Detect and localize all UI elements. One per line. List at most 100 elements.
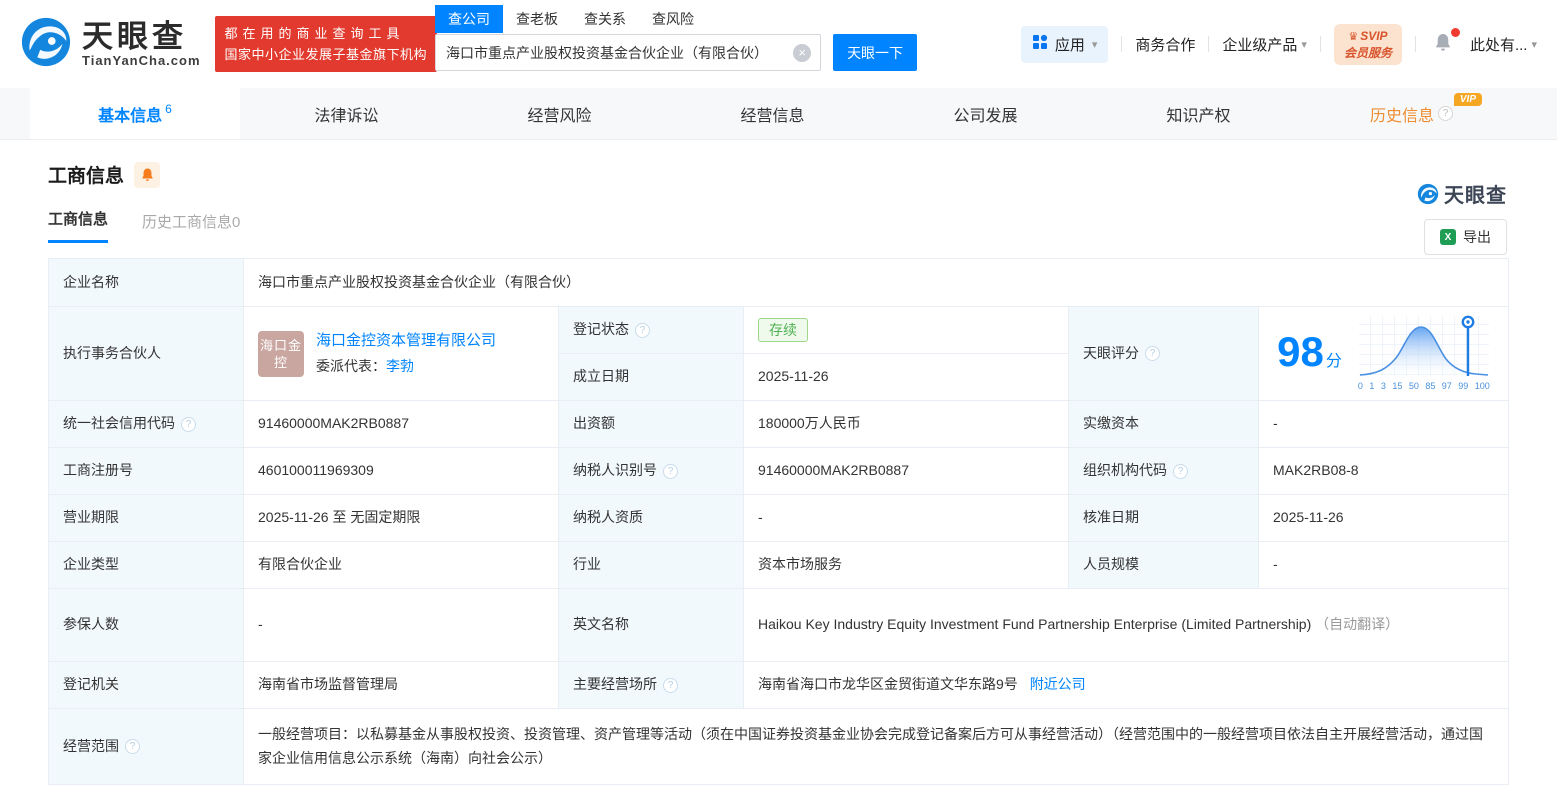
tab-business-info[interactable]: 经营信息 <box>666 88 879 139</box>
vip-badge: VIP <box>1454 93 1482 106</box>
help-icon[interactable]: ? <box>125 739 140 754</box>
reg-number-label: 工商注册号 <box>49 448 244 495</box>
notifications-button[interactable] <box>1429 32 1457 56</box>
export-button[interactable]: X 导出 <box>1424 219 1507 255</box>
taxpayer-id-label-text: 纳税人识别号 <box>573 459 657 482</box>
status-badge: 存续 <box>758 318 808 342</box>
table-row: 营业期限 2025-11-26 至 无固定期限 纳税人资质 - 核准日期 202… <box>49 495 1509 542</box>
tab-history-info[interactable]: VIP 历史信息 ? <box>1305 88 1518 139</box>
divider <box>1320 36 1321 52</box>
top-header: 天眼查 TianYanCha.com 都在用的商业查询工具 国家中小企业发展子基… <box>0 0 1557 88</box>
org-code-value: MAK2RB08-8 <box>1259 448 1509 495</box>
capital-label: 出资额 <box>559 401 744 448</box>
table-row: 企业名称 海口市重点产业股权投资基金合伙企业（有限合伙） <box>49 259 1509 307</box>
partner-logo[interactable]: 海口金控 <box>258 331 304 377</box>
company-tabbar: 基本信息 6 法律诉讼 经营风险 经营信息 公司发展 知识产权 VIP 历史信息… <box>0 88 1557 140</box>
search-button[interactable]: 天眼一下 <box>833 34 917 71</box>
account-label: 此处有... <box>1470 34 1528 55</box>
score-number: 98 <box>1277 331 1324 373</box>
tab-operating-risk[interactable]: 经营风险 <box>453 88 666 139</box>
account-menu[interactable]: 此处有... ▾ <box>1470 34 1537 55</box>
tab-basic-info-count: 6 <box>165 102 172 116</box>
insured-count-label: 参保人数 <box>49 589 244 662</box>
table-row: 参保人数 - 英文名称 Haikou Key Industry Equity I… <box>49 589 1509 662</box>
main-address-value: 海南省海口市龙华区金贸街道文华东路9号 附近公司 <box>744 662 1509 709</box>
taxpayer-id-label: 纳税人识别号? <box>559 448 744 495</box>
subtab-history-label: 历史工商信息 <box>142 214 232 231</box>
capital-value: 180000万人民币 <box>744 401 1069 448</box>
taxpayer-quali-label: 纳税人资质 <box>559 495 744 542</box>
business-scope-label-text: 经营范围 <box>63 735 119 758</box>
help-icon[interactable]: ? <box>181 417 196 432</box>
tab-intellectual-property-label: 知识产权 <box>1166 102 1230 126</box>
tab-basic-info[interactable]: 基本信息 6 <box>30 88 240 139</box>
section-title: 工商信息 <box>48 161 124 188</box>
credit-code-label-text: 统一社会信用代码 <box>63 412 175 435</box>
approval-date-value: 2025-11-26 <box>1259 495 1509 542</box>
table-row: 统一社会信用代码? 91460000MAK2RB0887 出资额 180000万… <box>49 401 1509 448</box>
nearby-companies-link[interactable]: 附近公司 <box>1030 676 1086 692</box>
apps-menu[interactable]: 应用 ▾ <box>1021 26 1109 63</box>
paid-capital-value: - <box>1259 401 1509 448</box>
partner-company-link[interactable]: 海口金控资本管理有限公司 <box>316 332 496 349</box>
monitor-bell-button[interactable] <box>134 162 160 188</box>
company-name-label: 企业名称 <box>49 259 244 307</box>
tab-business-info-label: 经营信息 <box>740 102 804 126</box>
main-address-label-text: 主要经营场所 <box>573 673 657 696</box>
tab-company-development-label: 公司发展 <box>953 102 1017 126</box>
help-icon[interactable]: ? <box>635 323 650 338</box>
company-type-label: 企业类型 <box>49 542 244 589</box>
table-row: 经营范围? 一般经营项目：以私募基金从事股权投资、投资管理、资产管理等活动（须在… <box>49 709 1509 785</box>
slogan-banner: 都在用的商业查询工具 国家中小企业发展子基金旗下机构 <box>215 16 438 72</box>
search-tab-relation[interactable]: 查关系 <box>571 5 639 33</box>
logo-brand-text: 天眼查 <box>82 21 201 53</box>
svip-member-button[interactable]: ♛SVIP 会员服务 <box>1334 24 1402 65</box>
established-date-value: 2025-11-26 <box>744 354 1069 401</box>
industry-value: 资本市场服务 <box>744 542 1069 589</box>
staff-size-label: 人员规模 <box>1069 542 1259 589</box>
bell-icon <box>1433 32 1453 52</box>
excel-icon: X <box>1440 229 1456 245</box>
tianyancha-logo[interactable]: 天眼查 TianYanCha.com <box>20 16 201 73</box>
industry-label: 行业 <box>559 542 744 589</box>
rep-label: 委派代表： <box>316 358 386 374</box>
rep-name-link[interactable]: 李勃 <box>386 358 414 374</box>
slogan-line1: 都在用的商业查询工具 <box>225 23 428 44</box>
subtab-business-info[interactable]: 工商信息 <box>48 208 108 243</box>
help-icon[interactable]: ? <box>1173 464 1188 479</box>
help-icon[interactable]: ? <box>663 678 678 693</box>
chart-axis-ticks: 0131550859799100 <box>1358 379 1490 394</box>
org-code-label: 组织机构代码? <box>1069 448 1259 495</box>
nav-cooperation[interactable]: 商务合作 <box>1135 34 1195 55</box>
help-icon[interactable]: ? <box>1438 106 1453 121</box>
nav-enterprise-products[interactable]: 企业级产品 ▾ <box>1222 34 1307 55</box>
english-name-value: Haikou Key Industry Equity Investment Fu… <box>744 589 1509 662</box>
taxpayer-id-value: 91460000MAK2RB0887 <box>744 448 1069 495</box>
search-tab-risk[interactable]: 查风险 <box>639 5 707 33</box>
paid-capital-label: 实缴资本 <box>1069 401 1259 448</box>
tab-history-info-label: 历史信息 <box>1370 102 1434 126</box>
tab-legal-label: 法律诉讼 <box>314 102 378 126</box>
tianyancha-swirl-icon <box>20 16 72 73</box>
apps-grid-icon <box>1032 34 1048 54</box>
tab-legal[interactable]: 法律诉讼 <box>240 88 453 139</box>
main-address-label: 主要经营场所? <box>559 662 744 709</box>
tab-intellectual-property[interactable]: 知识产权 <box>1092 88 1305 139</box>
english-name-label: 英文名称 <box>559 589 744 662</box>
business-scope-value: 一般经营项目：以私募基金从事股权投资、投资管理、资产管理等活动（须在中国证券投资… <box>244 709 1509 785</box>
table-row: 登记机关 海南省市场监督管理局 主要经营场所? 海南省海口市龙华区金贸街道文华东… <box>49 662 1509 709</box>
search-input[interactable] <box>435 34 821 71</box>
watermark-text: 天眼查 <box>1444 179 1507 208</box>
executive-partner-cell: 海口金控 海口金控资本管理有限公司 委派代表：李勃 <box>244 307 559 401</box>
reg-status-value: 存续 <box>744 307 1069 354</box>
subtab-history-business-info[interactable]: 历史工商信息0 <box>142 211 240 243</box>
search-tab-company[interactable]: 查公司 <box>435 5 503 33</box>
search-tabs: 查公司 查老板 查关系 查风险 <box>435 5 917 33</box>
help-icon[interactable]: ? <box>663 464 678 479</box>
established-date-label: 成立日期 <box>559 354 744 401</box>
tab-company-development[interactable]: 公司发展 <box>879 88 1092 139</box>
search-tab-boss[interactable]: 查老板 <box>503 5 571 33</box>
reg-status-label-text: 登记状态 <box>573 318 629 341</box>
help-icon[interactable]: ? <box>1145 346 1160 361</box>
export-label: 导出 <box>1463 227 1491 247</box>
